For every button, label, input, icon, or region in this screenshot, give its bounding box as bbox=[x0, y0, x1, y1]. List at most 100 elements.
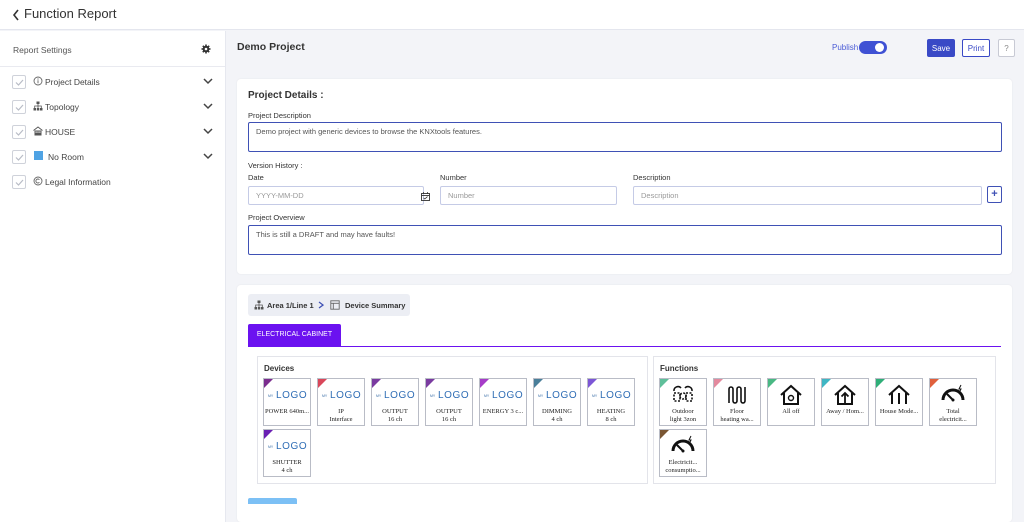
function-name: House Mode... bbox=[876, 408, 922, 416]
function-tile[interactable]: Outdoor light 3zon bbox=[659, 378, 707, 426]
device-name-line2: 16 ch bbox=[387, 416, 403, 423]
house-away-icon bbox=[834, 384, 856, 405]
logo-prefix: MY bbox=[430, 394, 436, 398]
project-description-label: Project Description bbox=[248, 111, 311, 120]
device-name-line1: HEATING bbox=[596, 408, 626, 415]
sidebar-item-no-room[interactable]: No Room bbox=[0, 144, 225, 169]
device-name: SHUTTER 4 ch bbox=[264, 459, 310, 475]
gauge-icon bbox=[671, 435, 695, 453]
logo-text: LOGO bbox=[492, 390, 523, 400]
house-mode-icon bbox=[888, 384, 910, 404]
project-title: Demo Project bbox=[237, 41, 305, 53]
function-tile[interactable]: Electricit... consumptio... bbox=[659, 429, 707, 477]
logo-text: LOGO bbox=[546, 390, 577, 400]
publish-toggle[interactable] bbox=[859, 41, 887, 54]
top-bar: Function Report bbox=[0, 0, 1024, 30]
function-tile[interactable]: Total electricit... bbox=[929, 378, 977, 426]
device-tile[interactable]: MY LOGO DIMMING 4 ch bbox=[533, 378, 581, 426]
device-name: POWER 640m... bbox=[264, 408, 310, 416]
function-name: Total electricit... bbox=[930, 408, 976, 424]
add-version-button[interactable]: + bbox=[987, 186, 1002, 203]
sidebar-item-house[interactable]: HOUSE bbox=[0, 119, 225, 144]
function-tile[interactable]: Floor heating wa... bbox=[713, 378, 761, 426]
sidebar-item-topology[interactable]: Topology bbox=[0, 94, 225, 119]
description-label: Description bbox=[633, 173, 671, 182]
function-tile[interactable]: All off bbox=[767, 378, 815, 426]
function-tile[interactable]: Away / Hom... bbox=[821, 378, 869, 426]
function-tile[interactable]: House Mode... bbox=[875, 378, 923, 426]
save-button[interactable]: Save bbox=[927, 39, 955, 57]
topology-icon bbox=[33, 101, 43, 111]
logo-text: LOGO bbox=[276, 441, 307, 451]
device-name-line1: OUTPUT bbox=[436, 408, 462, 415]
device-color-corner bbox=[318, 379, 327, 388]
device-name-line2: 16 ch bbox=[441, 416, 457, 423]
device-name: ENERGY 3 c... bbox=[480, 408, 526, 416]
breadcrumb-device-summary[interactable]: Device Summary bbox=[345, 301, 405, 310]
sidebar-header: Report Settings bbox=[0, 31, 225, 67]
chevron-down-icon[interactable] bbox=[203, 103, 213, 110]
logo-prefix: MY bbox=[538, 394, 544, 398]
device-name: HEATING 8 ch bbox=[588, 408, 634, 424]
tab-electrical-cabinet[interactable]: ELECTRICAL CABINET bbox=[248, 324, 341, 346]
function-color-corner bbox=[876, 379, 885, 388]
project-details-card: Project Details : Project Description De… bbox=[237, 79, 1012, 274]
function-name-line2: consumptio... bbox=[665, 467, 701, 474]
calendar-icon[interactable] bbox=[421, 192, 430, 201]
breadcrumb: Area 1/Line 1 Device Summary bbox=[248, 294, 410, 316]
date-placeholder: YYYY-MM-DD bbox=[256, 191, 304, 200]
toggle-knob bbox=[875, 43, 884, 52]
device-name-line2: Interface bbox=[329, 416, 353, 423]
function-name-line2: light 3zon bbox=[669, 416, 697, 423]
gear-icon[interactable] bbox=[201, 44, 211, 54]
my-logo-icon: MY LOGO bbox=[268, 390, 307, 400]
chevron-down-icon[interactable] bbox=[203, 153, 213, 160]
device-tile[interactable]: MY LOGO IP Interface bbox=[317, 378, 365, 426]
device-tile[interactable]: MY LOGO SHUTTER 4 ch bbox=[263, 429, 311, 477]
sidebar-item-label: HOUSE bbox=[45, 127, 76, 137]
devices-title: Devices bbox=[264, 364, 295, 373]
project-description-input[interactable]: Demo project with generic devices to bro… bbox=[248, 122, 1002, 152]
project-details-checkbox[interactable] bbox=[12, 75, 26, 89]
help-button[interactable]: ? bbox=[998, 39, 1015, 57]
functions-panel: Functions Outdoor light 3zon Floor heating … bbox=[653, 356, 996, 484]
function-name: Floor heating wa... bbox=[714, 408, 760, 424]
floor-heating-icon bbox=[728, 386, 746, 404]
breadcrumb-area-line[interactable]: Area 1/Line 1 bbox=[267, 301, 314, 310]
device-name: OUTPUT 16 ch bbox=[372, 408, 418, 424]
function-name-line1: Electricit... bbox=[668, 459, 698, 466]
device-tile[interactable]: MY LOGO ENERGY 3 c... bbox=[479, 378, 527, 426]
my-logo-icon: MY LOGO bbox=[430, 390, 469, 400]
device-tile[interactable]: MY LOGO OUTPUT 16 ch bbox=[371, 378, 419, 426]
device-tile[interactable]: MY LOGO HEATING 8 ch bbox=[587, 378, 635, 426]
bottom-action-button[interactable] bbox=[248, 498, 297, 504]
sidebar-item-legal-information[interactable]: Legal Information bbox=[0, 169, 225, 194]
back-arrow-icon[interactable] bbox=[11, 8, 21, 22]
topology-checkbox[interactable] bbox=[12, 100, 26, 114]
no-room-checkbox[interactable] bbox=[12, 150, 26, 164]
description-input[interactable]: Description bbox=[633, 186, 982, 205]
function-color-corner bbox=[822, 379, 831, 388]
building-icon bbox=[33, 126, 43, 136]
room-square-icon bbox=[34, 151, 43, 160]
page-title: Function Report bbox=[24, 6, 117, 21]
print-button[interactable]: Print bbox=[962, 39, 990, 57]
devices-panel: Devices MY LOGO POWER 640m... MY LOGO IP Inter… bbox=[257, 356, 648, 484]
device-tile[interactable]: MY LOGO POWER 640m... bbox=[263, 378, 311, 426]
device-tile[interactable]: MY LOGO OUTPUT 16 ch bbox=[425, 378, 473, 426]
gauge-icon bbox=[941, 384, 965, 402]
chevron-down-icon[interactable] bbox=[203, 78, 213, 85]
number-input[interactable]: Number bbox=[440, 186, 617, 205]
house-off-icon bbox=[780, 384, 802, 405]
my-logo-icon: MY LOGO bbox=[592, 390, 631, 400]
report-settings-label: Report Settings bbox=[13, 45, 72, 55]
legal-information-checkbox[interactable] bbox=[12, 175, 26, 189]
project-details-title: Project Details : bbox=[248, 90, 324, 101]
logo-text: LOGO bbox=[600, 390, 631, 400]
project-overview-input[interactable]: This is still a DRAFT and may have fault… bbox=[248, 225, 1002, 255]
house-checkbox[interactable] bbox=[12, 125, 26, 139]
device-name-line1: POWER 640m... bbox=[264, 408, 310, 415]
date-field[interactable]: YYYY-MM-DD bbox=[248, 186, 430, 205]
chevron-down-icon[interactable] bbox=[203, 128, 213, 135]
sidebar-item-project-details[interactable]: Project Details bbox=[0, 69, 225, 94]
